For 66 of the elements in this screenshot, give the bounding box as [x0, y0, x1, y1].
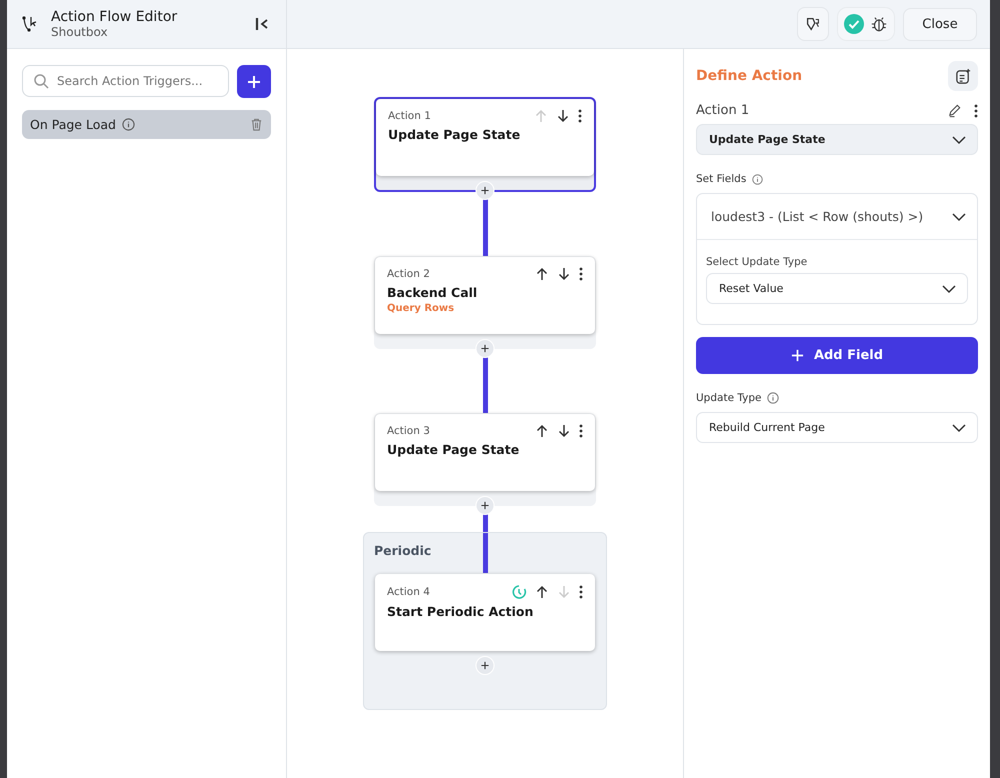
field-label: Select Update Type: [706, 256, 808, 268]
add-field-button[interactable]: Add Field: [696, 337, 978, 374]
section-label: Update Type: [696, 392, 762, 404]
notes-button[interactable]: [948, 61, 978, 91]
brush-tool-button[interactable]: [797, 7, 829, 41]
plus-icon: [480, 661, 490, 670]
move-up-icon[interactable]: [535, 424, 549, 438]
info-icon: [122, 118, 135, 131]
more-icon[interactable]: [579, 424, 583, 438]
action-title: Update Page State: [387, 442, 520, 457]
close-button[interactable]: Close: [903, 8, 977, 40]
bug-icon[interactable]: [870, 15, 888, 33]
action-title: Backend Call: [387, 285, 478, 300]
add-action-button[interactable]: [476, 181, 494, 200]
action-card[interactable]: Action 4 Start Periodic Action: [375, 574, 595, 651]
check-icon: [844, 14, 864, 34]
timer-icon: [511, 584, 527, 600]
action-number: Action 2: [387, 268, 430, 280]
action-number: Action 3: [387, 425, 430, 437]
move-down-icon[interactable]: [557, 267, 571, 281]
more-icon[interactable]: [579, 585, 583, 599]
action-card[interactable]: Action 3 Update Page State: [375, 414, 595, 491]
add-action-button[interactable]: [476, 339, 494, 358]
add-trigger-button[interactable]: [237, 65, 271, 98]
action-type-dropdown[interactable]: Update Page State: [696, 124, 978, 155]
search-field[interactable]: Search Action Triggers...: [22, 65, 229, 97]
move-down-icon[interactable]: [557, 424, 571, 438]
more-icon[interactable]: [579, 267, 583, 281]
trigger-label: On Page Load: [30, 117, 116, 132]
action-title: Update Page State: [388, 127, 522, 142]
info-icon: [767, 392, 780, 404]
rebuild-dropdown[interactable]: Rebuild Current Page: [696, 412, 978, 443]
search-icon: [33, 73, 49, 89]
panel-heading: Define Action: [696, 68, 802, 84]
plus-icon: [480, 186, 490, 195]
action-subtitle: Query Rows: [387, 303, 456, 314]
section-label: Set Fields: [696, 173, 746, 185]
add-action-button[interactable]: [476, 656, 494, 675]
plus-icon: [246, 74, 262, 90]
action-number: Action 1: [388, 110, 431, 122]
page-name: Shoutbox: [51, 25, 109, 39]
move-up-icon[interactable]: [535, 267, 549, 281]
add-action-button[interactable]: [476, 496, 494, 515]
brush-icon: [804, 15, 822, 33]
note-add-icon: [954, 68, 972, 84]
action-name: Action 1: [696, 103, 750, 118]
edit-icon[interactable]: [947, 103, 962, 118]
more-icon[interactable]: [974, 104, 978, 118]
move-up-icon[interactable]: [535, 585, 549, 599]
action-card[interactable]: Action 1 Update Page State: [376, 99, 594, 176]
info-icon: [752, 174, 764, 184]
update-type-dropdown[interactable]: Reset Value: [706, 273, 968, 304]
move-down-icon[interactable]: [556, 109, 570, 123]
plus-icon: [480, 344, 490, 353]
action-title: Start Periodic Action: [387, 604, 534, 619]
trigger-item[interactable]: On Page Load: [22, 110, 271, 139]
field-dropdown[interactable]: loudest3 - (List < Row (shouts) >): [697, 194, 977, 240]
action-card[interactable]: Action 2 Backend Call Query Rows: [375, 257, 595, 334]
collapse-icon[interactable]: [254, 16, 270, 32]
delete-icon[interactable]: [250, 118, 263, 131]
group-label: Periodic: [374, 543, 432, 558]
action-number: Action 4: [387, 586, 430, 598]
editor-title: Action Flow Editor: [51, 9, 178, 25]
plus-icon: [480, 501, 490, 510]
more-icon[interactable]: [578, 109, 582, 123]
plus-icon: [790, 349, 804, 362]
